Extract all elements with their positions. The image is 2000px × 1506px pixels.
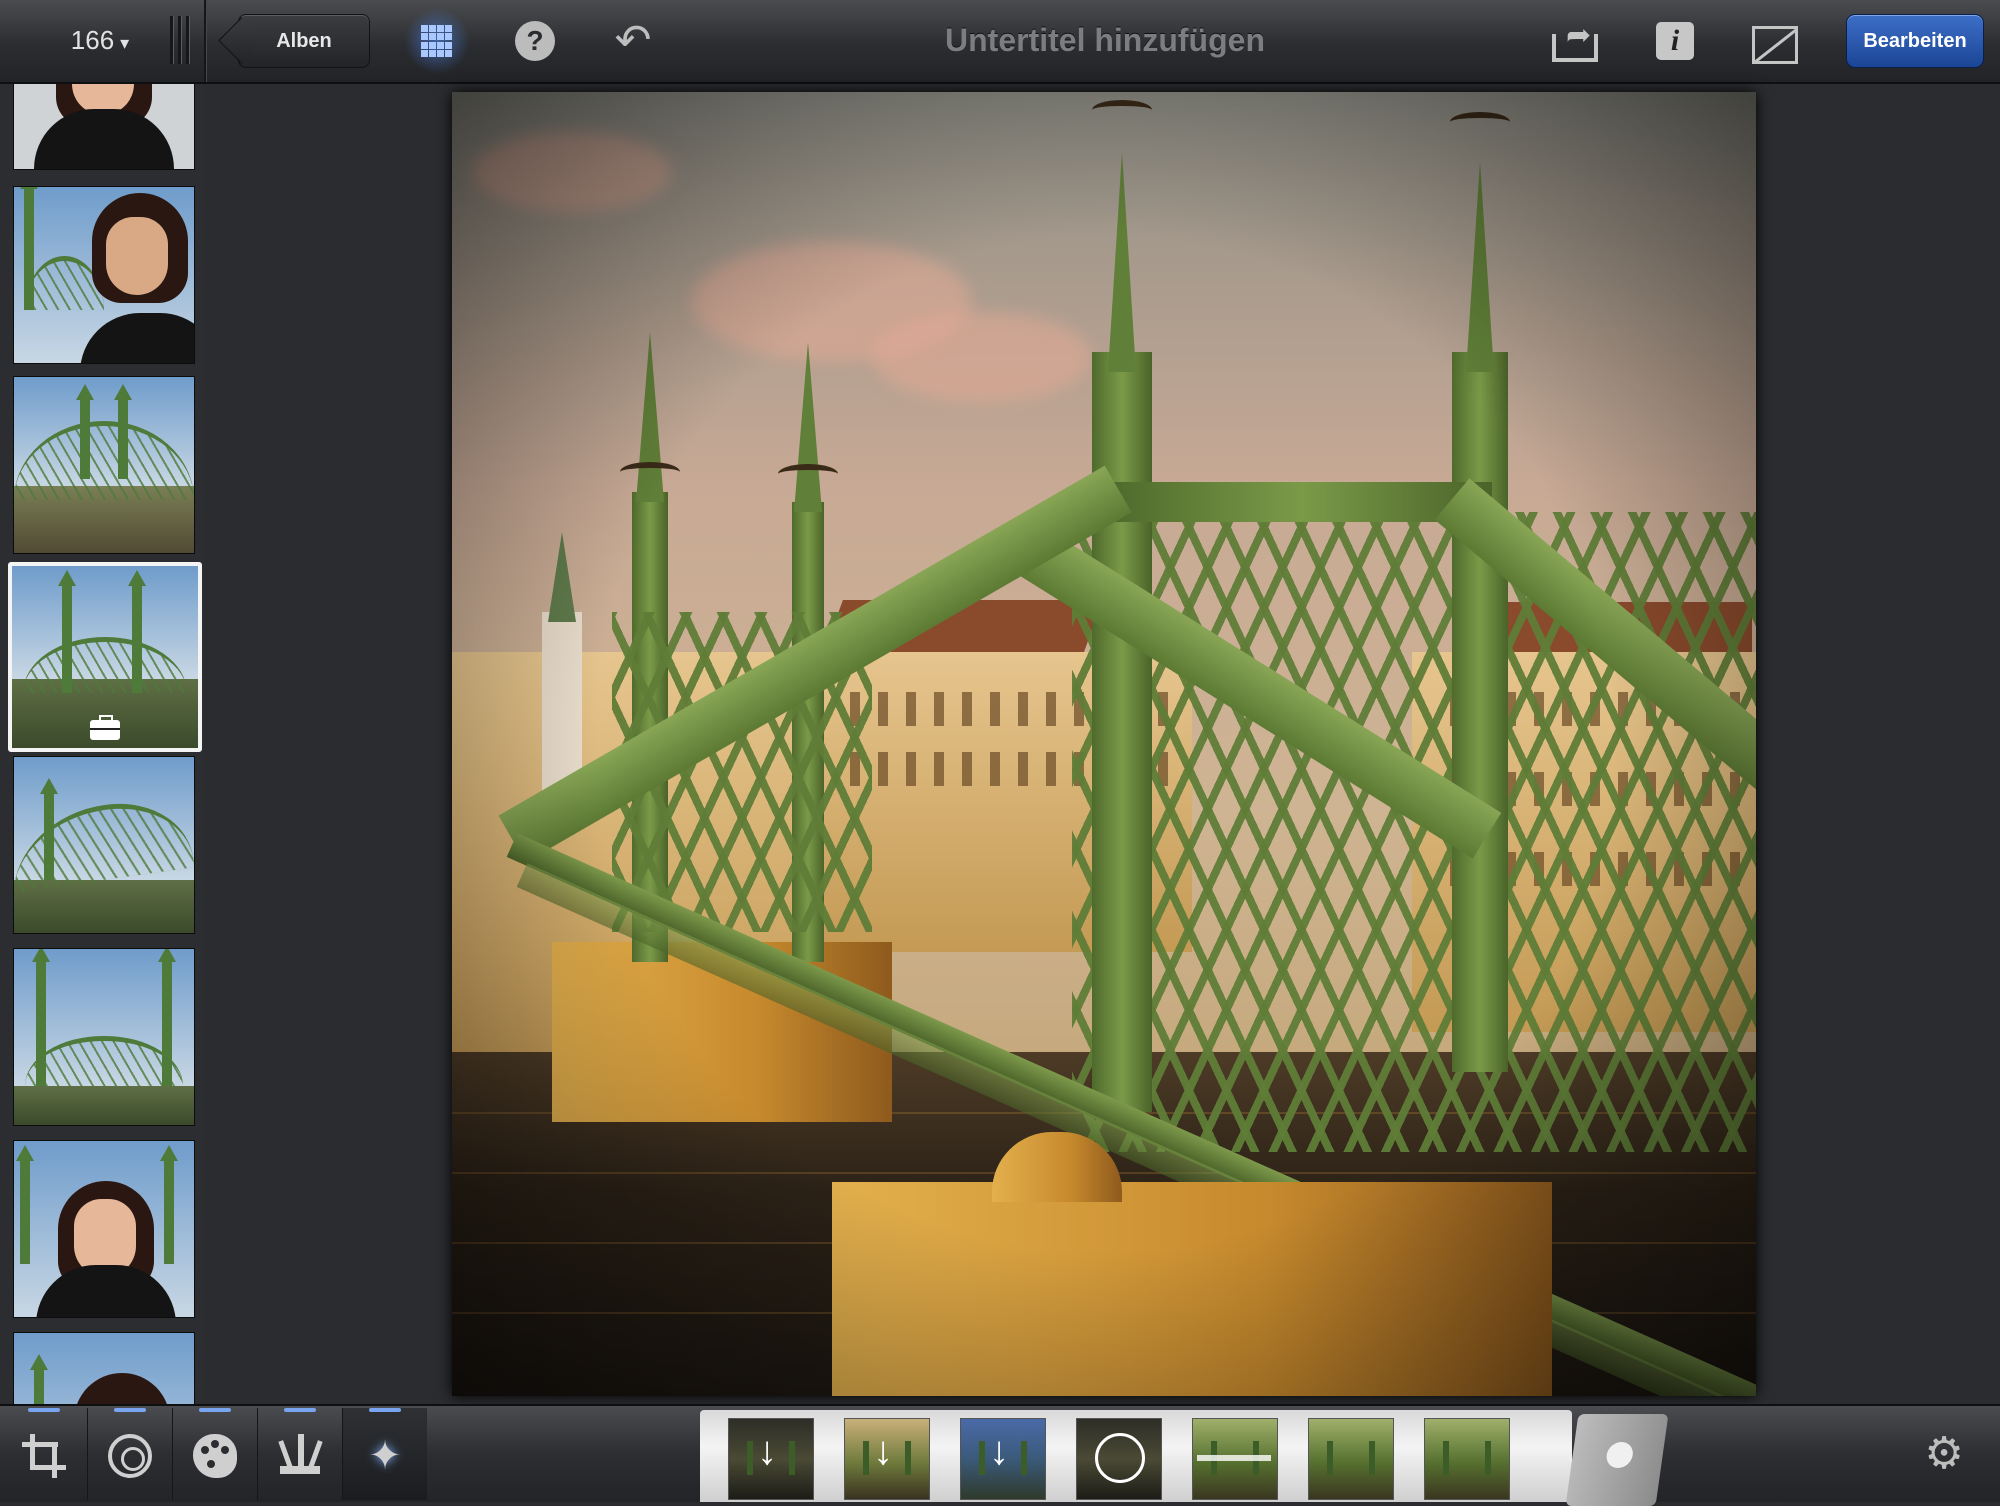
albums-back-button[interactable]: Alben <box>238 14 370 68</box>
filter-preset-6[interactable] <box>1308 1418 1394 1500</box>
caption-title[interactable]: Untertitel hinzufügen <box>820 0 1390 82</box>
photo-count: 166 <box>70 25 115 55</box>
filter-preset-2[interactable]: ↓ <box>844 1418 930 1500</box>
effects-sample-card[interactable] <box>1565 1414 1669 1506</box>
toolbar-divider <box>204 0 207 82</box>
thumbnail-6[interactable] <box>13 948 195 1126</box>
thumbnail-2[interactable] <box>13 186 195 364</box>
arrow-down-icon: ↓ <box>873 1429 893 1473</box>
grid-icon[interactable] <box>404 8 470 74</box>
back-button-label: Alben <box>276 30 332 52</box>
help-glyph: ? <box>515 21 555 61</box>
share-arrow-glyph: ➦ <box>1566 19 1592 52</box>
exposure-tool[interactable] <box>87 1408 172 1500</box>
info-icon[interactable]: i <box>1650 14 1704 68</box>
arrow-down-icon: ↓ <box>757 1429 777 1473</box>
crop-icon <box>22 1434 66 1478</box>
thumbnail-5[interactable] <box>13 756 195 934</box>
thumbnail-strip[interactable] <box>0 84 204 1404</box>
filter-preset-3[interactable]: ↓ <box>960 1418 1046 1500</box>
info-glyph: i <box>1656 22 1694 60</box>
thumbnail-7[interactable] <box>13 1140 195 1318</box>
filter-preset-5[interactable] <box>1192 1418 1278 1500</box>
sparkle-icon: ✦ <box>368 1434 402 1478</box>
edit-button[interactable]: Bearbeiten <box>1846 14 1984 68</box>
top-toolbar: 166 ▾ Alben ? ↶ Untertitel hinzufügen ➦ i… <box>0 0 2000 84</box>
undo-icon[interactable]: ↶ <box>606 14 660 68</box>
filter-preset-7[interactable] <box>1424 1418 1510 1500</box>
filter-preset-4[interactable] <box>1076 1418 1162 1500</box>
sidebar-resize-handle[interactable] <box>168 16 192 64</box>
main-photo[interactable] <box>452 92 1756 1396</box>
effects-tool[interactable]: ✦ <box>342 1408 427 1500</box>
brushes-icon <box>278 1434 323 1478</box>
color-tool[interactable] <box>172 1408 257 1500</box>
brush-tool[interactable] <box>257 1408 342 1500</box>
dropdown-caret-icon: ▾ <box>120 33 130 53</box>
photo-count-button[interactable]: 166 ▾ <box>40 18 160 62</box>
tilt-shift-icon <box>1197 1455 1271 1461</box>
compare-original-icon[interactable] <box>1746 14 1800 68</box>
thumbnail-4-selected[interactable] <box>8 562 202 752</box>
toolbox-icon <box>90 715 120 740</box>
palette-icon <box>193 1434 237 1478</box>
filter-tray: ↓ ↓ ↓ <box>700 1410 1572 1502</box>
thumbnail-3[interactable] <box>13 376 195 554</box>
settings-gear-icon[interactable]: ⚙ <box>1920 1430 1968 1478</box>
crop-tool[interactable] <box>2 1408 86 1500</box>
vignette-ring-icon <box>1095 1433 1145 1483</box>
filter-preset-1[interactable]: ↓ <box>728 1418 814 1500</box>
help-icon[interactable]: ? <box>508 14 562 68</box>
bottom-toolbar: ✦ ↓ ↓ ↓ ⚙ <box>0 1404 2000 1506</box>
thumbnail-8[interactable] <box>13 1332 195 1404</box>
arrow-down-icon: ↓ <box>989 1429 1009 1473</box>
aperture-icon <box>108 1434 152 1478</box>
share-icon[interactable]: ➦ <box>1546 14 1600 68</box>
thumbnail-1[interactable] <box>13 84 195 170</box>
